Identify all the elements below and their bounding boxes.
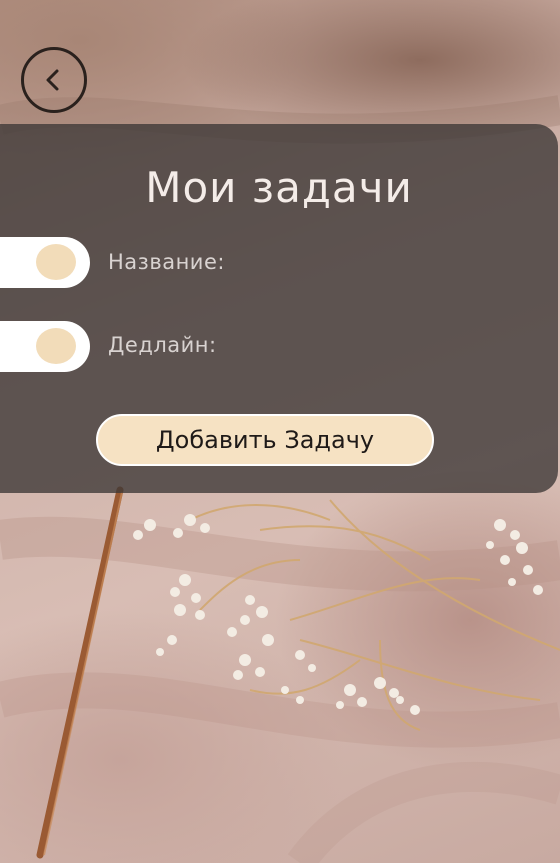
- add-task-button[interactable]: Добавить Задачу: [96, 414, 434, 466]
- toggle-knob: [36, 244, 76, 280]
- chevron-left-icon: [40, 66, 68, 94]
- toggle-knob: [36, 328, 76, 364]
- deadline-field-label: Дедлайн:: [108, 333, 217, 357]
- page-title: Мои задачи: [145, 163, 413, 212]
- title-toggle[interactable]: [0, 237, 90, 288]
- deadline-toggle[interactable]: [0, 321, 90, 372]
- title-field-label: Название:: [108, 250, 225, 274]
- back-button[interactable]: [21, 47, 87, 113]
